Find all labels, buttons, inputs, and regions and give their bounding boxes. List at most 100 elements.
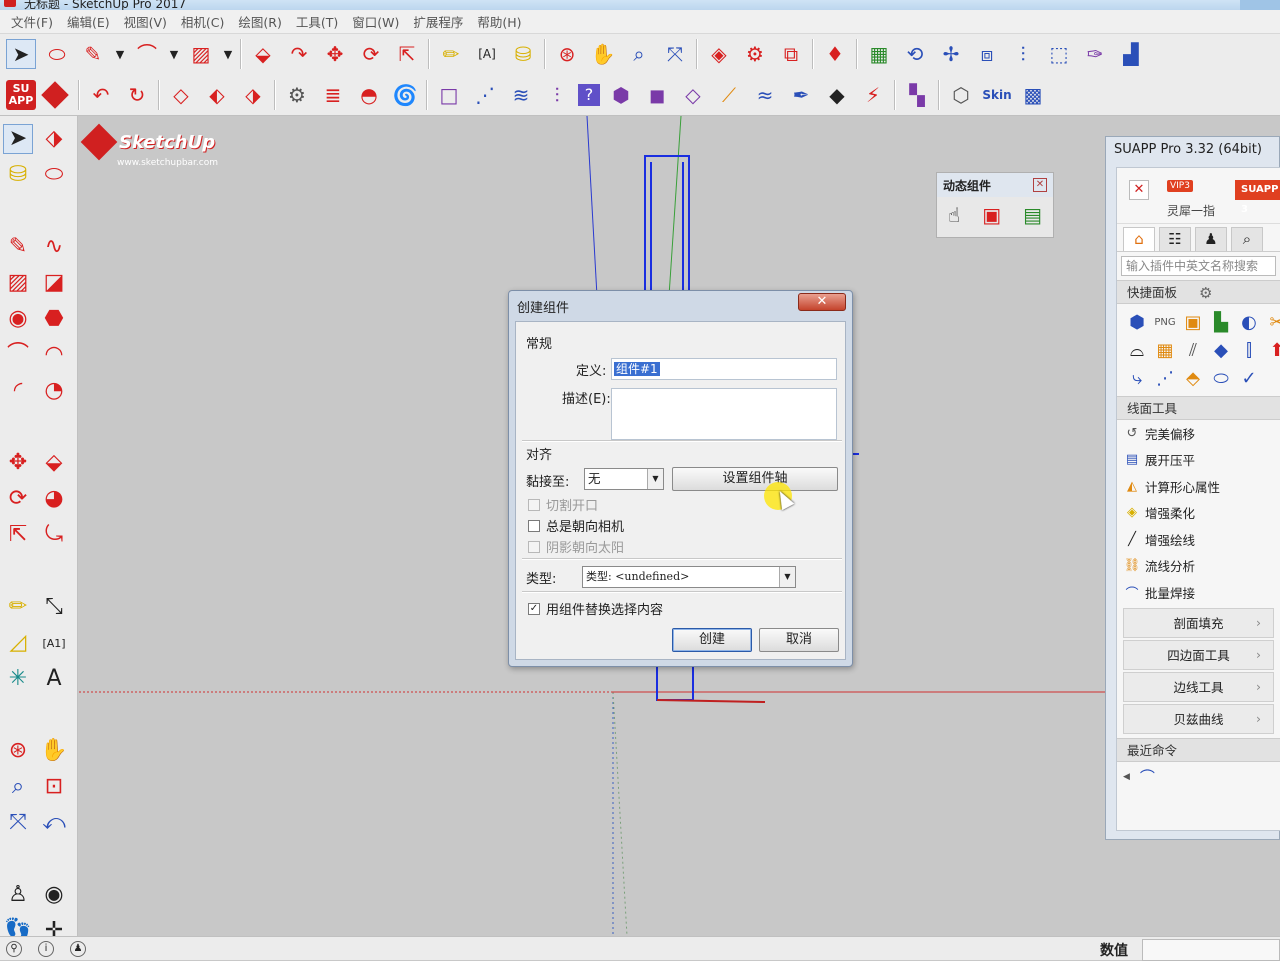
zigzag-icon[interactable]: ≋ bbox=[506, 80, 536, 110]
bars-icon[interactable]: ⫿ bbox=[1235, 336, 1263, 364]
orange-line-icon[interactable]: ⟋ bbox=[714, 80, 744, 110]
pie-icon[interactable]: ◔ bbox=[39, 376, 69, 406]
dropdown-arrow-icon[interactable]: ▼ bbox=[114, 39, 126, 69]
list-panel-icon[interactable]: ☷ bbox=[1159, 227, 1191, 251]
pencil-set-icon[interactable]: ⫽ bbox=[1179, 336, 1207, 364]
menu-file[interactable]: 文件(F) bbox=[4, 12, 60, 31]
home-icon[interactable]: ⌂ bbox=[1123, 227, 1155, 251]
menu-tools[interactable]: 工具(T) bbox=[289, 12, 345, 31]
menu-help[interactable]: 帮助(H) bbox=[470, 12, 528, 31]
wrench-icon[interactable]: ✂ bbox=[1263, 308, 1280, 336]
map-icon[interactable]: ▙ bbox=[1207, 308, 1235, 336]
component-cube-icon[interactable] bbox=[41, 80, 69, 109]
warehouse-icon[interactable]: ◈ bbox=[704, 39, 734, 69]
circle-icon[interactable]: ◉ bbox=[3, 304, 33, 334]
checker-icon[interactable]: ▚ bbox=[902, 80, 932, 110]
paint-bucket-icon[interactable]: ⛁ bbox=[3, 160, 33, 190]
orbit-icon[interactable]: ⊛ bbox=[552, 39, 582, 69]
zoom-icon[interactable]: ⌕ bbox=[624, 39, 654, 69]
cube-icon[interactable]: ⬢ bbox=[1123, 308, 1151, 336]
box-outline-icon[interactable]: ⬡ bbox=[946, 80, 976, 110]
pan-hand-icon[interactable]: ✋ bbox=[588, 39, 618, 69]
offset-face-icon[interactable]: ⬖ bbox=[202, 80, 232, 110]
rotated-rectangle-icon[interactable]: ◪ bbox=[39, 268, 69, 298]
shadows-face-sun-checkbox[interactable]: 阴影朝向太阳 bbox=[528, 537, 624, 556]
menu-view[interactable]: 视图(V) bbox=[117, 12, 174, 31]
stack-layers-icon[interactable]: ≣ bbox=[318, 80, 348, 110]
undo-arc-icon[interactable]: ↶ bbox=[86, 80, 116, 110]
png-export-icon[interactable]: PNG bbox=[1151, 308, 1179, 336]
close-icon[interactable]: ✕ bbox=[1033, 178, 1047, 192]
dropdown-arrow-icon[interactable]: ▼ bbox=[168, 39, 180, 69]
dimension-icon[interactable]: ⤡ bbox=[39, 592, 69, 622]
help-question-icon[interactable]: ? bbox=[578, 83, 600, 106]
grid-blocks-icon[interactable]: ▦ bbox=[864, 39, 894, 69]
rectangle-icon[interactable]: ▨ bbox=[3, 268, 33, 298]
freehand-icon[interactable]: ∿ bbox=[39, 232, 69, 262]
cube-frame-icon[interactable]: ⬢ bbox=[606, 80, 636, 110]
push-pull-icon[interactable]: ⬙ bbox=[39, 448, 69, 478]
select-arrow-icon[interactable]: ➤ bbox=[6, 39, 36, 69]
create-button[interactable]: 创建 bbox=[672, 628, 752, 652]
extension-warehouse-icon[interactable]: ⚙ bbox=[740, 39, 770, 69]
list-item[interactable]: ⛓ 流线分析 bbox=[1117, 553, 1280, 580]
group-quad-tools[interactable]: 四边面工具 › bbox=[1123, 639, 1274, 670]
gear-settings-icon[interactable]: ⚙ bbox=[282, 80, 312, 110]
orbit-icon[interactable]: ⊛ bbox=[3, 736, 33, 766]
zoom-extents-icon[interactable]: ⤧ bbox=[3, 808, 33, 838]
glue-to-select[interactable]: 无 ▼ bbox=[584, 468, 664, 490]
small-cube-icon[interactable]: ◆ bbox=[1207, 336, 1235, 364]
info-icon[interactable]: i bbox=[38, 941, 54, 957]
pan-hand-icon[interactable]: ✋ bbox=[39, 736, 69, 766]
rectangle-icon[interactable]: ▨ bbox=[186, 39, 216, 69]
type-select[interactable]: 类型: <undefined> ▼ bbox=[582, 566, 796, 588]
dialog-close-button[interactable]: ✕ bbox=[798, 293, 846, 311]
diag-lines-icon[interactable]: ⋰ bbox=[1151, 364, 1179, 392]
eraser-icon[interactable]: ⬭ bbox=[39, 160, 69, 190]
scale-icon[interactable]: ⇱ bbox=[3, 520, 33, 550]
plugin-search-input[interactable]: 输入插件中英文名称搜索 bbox=[1121, 256, 1276, 276]
scroll-left-icon[interactable]: ◀ bbox=[1123, 772, 1130, 782]
select-arrow-icon[interactable]: ➤ bbox=[3, 124, 33, 154]
stack-icon[interactable]: ▟ bbox=[1116, 39, 1146, 69]
move-icon[interactable]: ✥ bbox=[3, 448, 33, 478]
rotate-view-icon[interactable]: ⟲ bbox=[900, 39, 930, 69]
suapp-version-badge[interactable]: SUAPP 3 bbox=[1235, 180, 1280, 215]
curve-join-icon[interactable]: ⤷ bbox=[1123, 364, 1151, 392]
ruby-gem-icon[interactable]: ♦ bbox=[820, 39, 850, 69]
text-label-icon[interactable]: [A] bbox=[472, 39, 502, 69]
menu-camera[interactable]: 相机(C) bbox=[174, 12, 231, 31]
diagonal-lines-icon[interactable]: ⋰ bbox=[470, 80, 500, 110]
push-pull-icon[interactable]: ⬙ bbox=[248, 39, 278, 69]
rotate-icon[interactable]: ⟳ bbox=[356, 39, 386, 69]
move-icon[interactable]: ✥ bbox=[320, 39, 350, 69]
check-curve-icon[interactable]: ✓ bbox=[1235, 364, 1263, 392]
list-item[interactable]: ◭ 计算形心属性 bbox=[1117, 473, 1280, 500]
replace-selection-checkbox[interactable]: ✓ 用组件替换选择内容 bbox=[528, 599, 663, 618]
group-bezier-curves[interactable]: 贝兹曲线 › bbox=[1123, 703, 1274, 734]
menu-extensions[interactable]: 扩展程序 bbox=[406, 12, 470, 31]
menu-draw[interactable]: 绘图(R) bbox=[231, 12, 288, 31]
axes-move-icon[interactable]: ✢ bbox=[936, 39, 966, 69]
paint-tool-icon[interactable]: ✑ bbox=[1080, 39, 1110, 69]
protractor-icon[interactable]: ◿ bbox=[3, 628, 33, 658]
menu-window[interactable]: 窗口(W) bbox=[345, 12, 406, 31]
window-controls[interactable] bbox=[1240, 0, 1280, 10]
arrow-up-icon[interactable]: ⬆ bbox=[1263, 336, 1280, 364]
image-icon[interactable]: ▣ bbox=[1179, 308, 1207, 336]
magic-wand-icon[interactable]: ⚡ bbox=[858, 80, 888, 110]
interact-hand-icon[interactable]: ☝ bbox=[948, 203, 960, 227]
set-component-axes-button[interactable]: 设置组件轴 bbox=[672, 467, 838, 491]
spiral-icon[interactable]: 🌀 bbox=[390, 80, 420, 110]
align-icon[interactable]: ⫶ bbox=[1008, 39, 1038, 69]
user-icon[interactable]: ♟ bbox=[1195, 227, 1227, 251]
position-camera-icon[interactable]: ♙ bbox=[3, 880, 33, 910]
extrude-icon[interactable]: ⬘ bbox=[1179, 364, 1207, 392]
round-corner-icon[interactable]: ⬭ bbox=[1207, 364, 1235, 392]
array-copy-icon[interactable]: ⧈ bbox=[972, 39, 1002, 69]
3d-text-icon[interactable]: A bbox=[39, 664, 69, 694]
description-textarea[interactable] bbox=[611, 388, 837, 440]
dropdown-arrow-icon[interactable]: ▼ bbox=[222, 39, 234, 69]
tape-measure-icon[interactable]: ✏ bbox=[3, 592, 33, 622]
list-item[interactable]: ▤ 展开压平 bbox=[1117, 447, 1280, 474]
